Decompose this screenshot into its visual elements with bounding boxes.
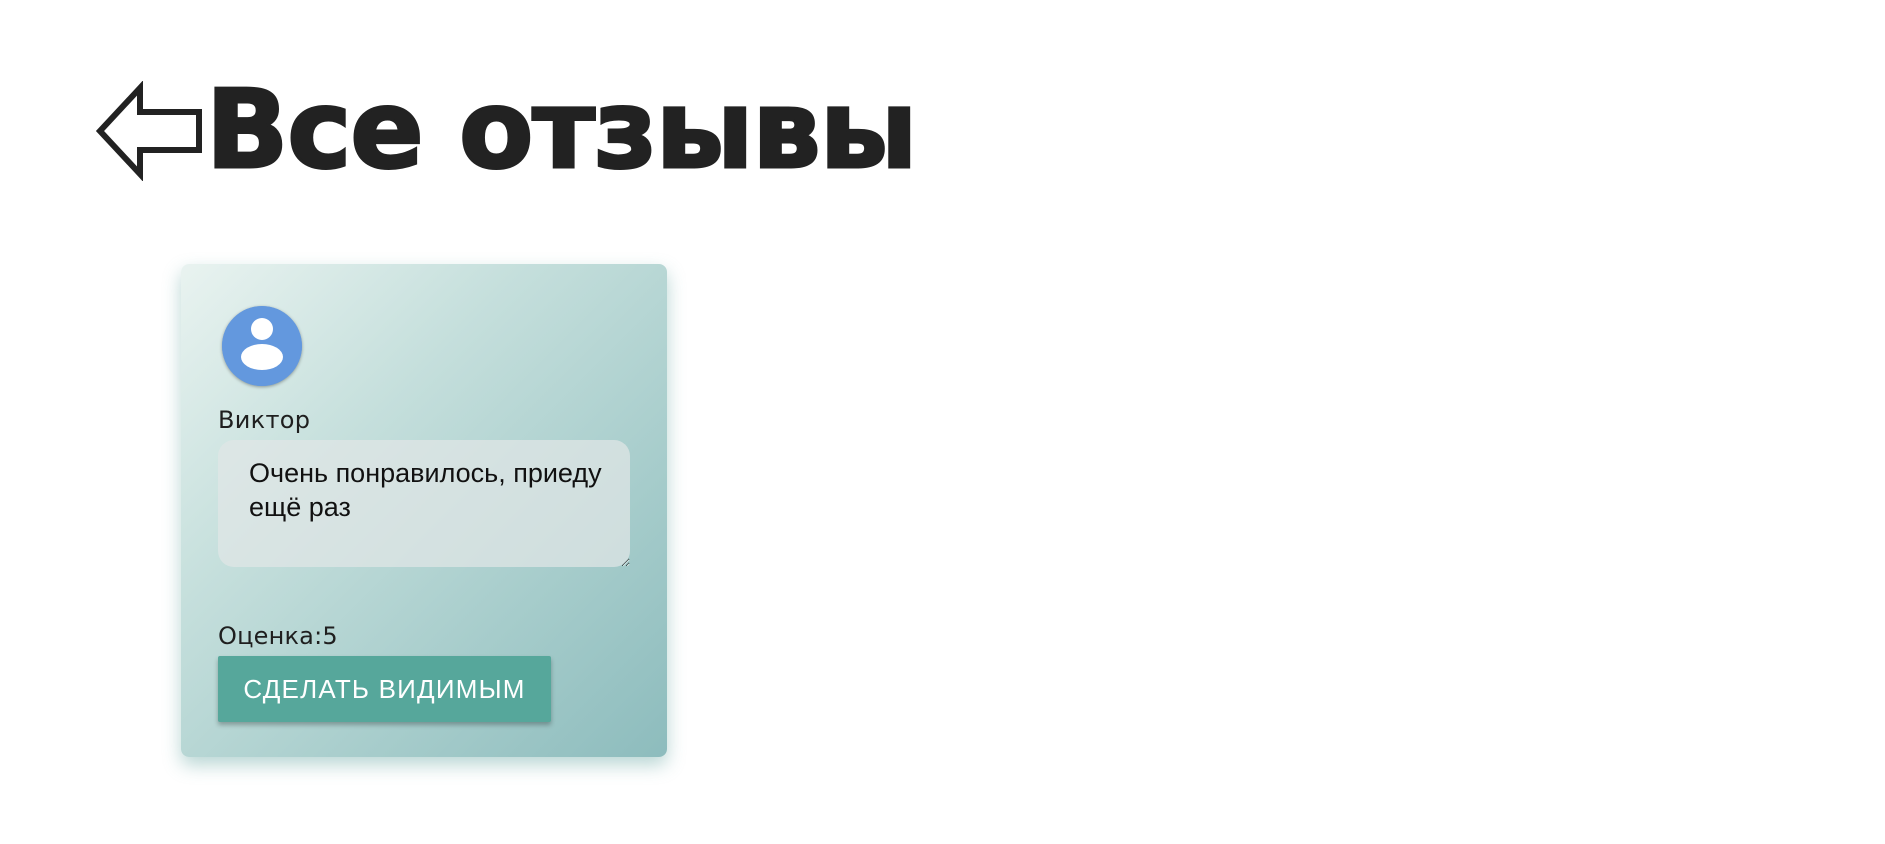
review-card: Виктор Очень понравилось, приеду ещё раз… bbox=[181, 264, 667, 757]
page-title: Все отзывы bbox=[204, 68, 918, 193]
review-text-field[interactable]: Очень понравилось, приеду ещё раз bbox=[218, 440, 630, 567]
user-avatar-icon bbox=[222, 306, 302, 386]
left-arrow-outline-icon bbox=[96, 81, 202, 181]
back-button[interactable] bbox=[96, 81, 204, 181]
make-visible-button[interactable]: СДЕЛАТЬ ВИДИМЫМ bbox=[218, 656, 551, 722]
rating-label: Оценка:5 bbox=[218, 622, 338, 650]
reviewer-name: Виктор bbox=[218, 406, 311, 434]
page-header: Все отзывы bbox=[96, 68, 919, 193]
